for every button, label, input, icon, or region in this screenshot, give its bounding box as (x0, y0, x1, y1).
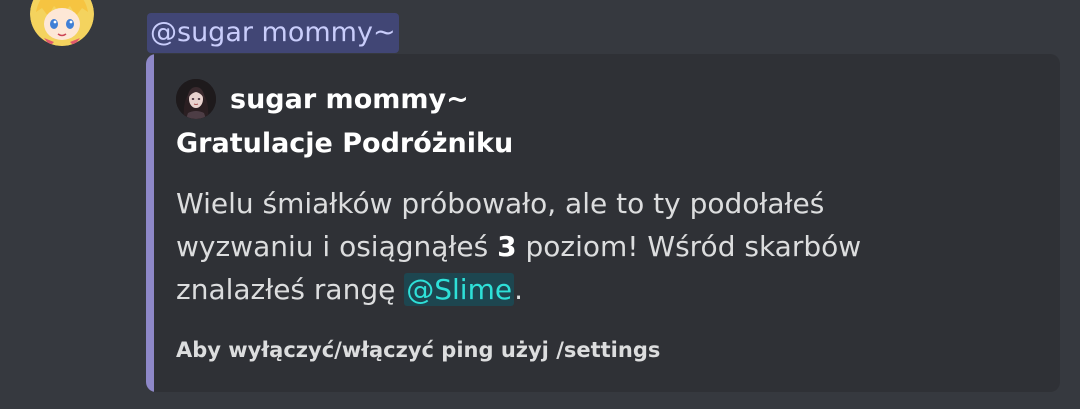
description-text: . (514, 273, 523, 306)
role-mention[interactable]: @Slime (404, 273, 515, 306)
description-line-1: Wielu śmiałków próbowało, ale to ty podo… (176, 187, 825, 220)
level-value: 3 (497, 230, 517, 263)
user-mention[interactable]: @sugar mommy~ (147, 13, 399, 53)
embed-author: sugar mommy~ (176, 78, 469, 120)
description-text: wyzwaniu i osiągnąłeś (176, 230, 498, 263)
embed-author-name[interactable]: sugar mommy~ (230, 84, 469, 115)
description-line-3: znalazłeś rangę @Slime. (176, 268, 1036, 311)
embed-description: Wielu śmiałków próbowało, ale to ty podo… (176, 182, 1036, 311)
description-text: znalazłeś rangę (176, 273, 405, 306)
embed-accent-bar (146, 54, 154, 392)
embed-footer: Aby wyłączyć/włączyć ping użyj /settings (176, 338, 661, 362)
description-line-2: wyzwaniu i osiągnąłeś 3 poziom! Wśród sk… (176, 225, 1036, 268)
sender-avatar[interactable] (30, 0, 94, 46)
anime-avatar-icon (30, 0, 94, 46)
author-avatar-icon[interactable] (176, 79, 216, 119)
embed-title: Gratulacje Podróżniku (176, 128, 514, 159)
description-text: poziom! Wśród skarbów (516, 230, 862, 263)
embed-card: sugar mommy~ Gratulacje Podróżniku Wielu… (146, 54, 1060, 392)
